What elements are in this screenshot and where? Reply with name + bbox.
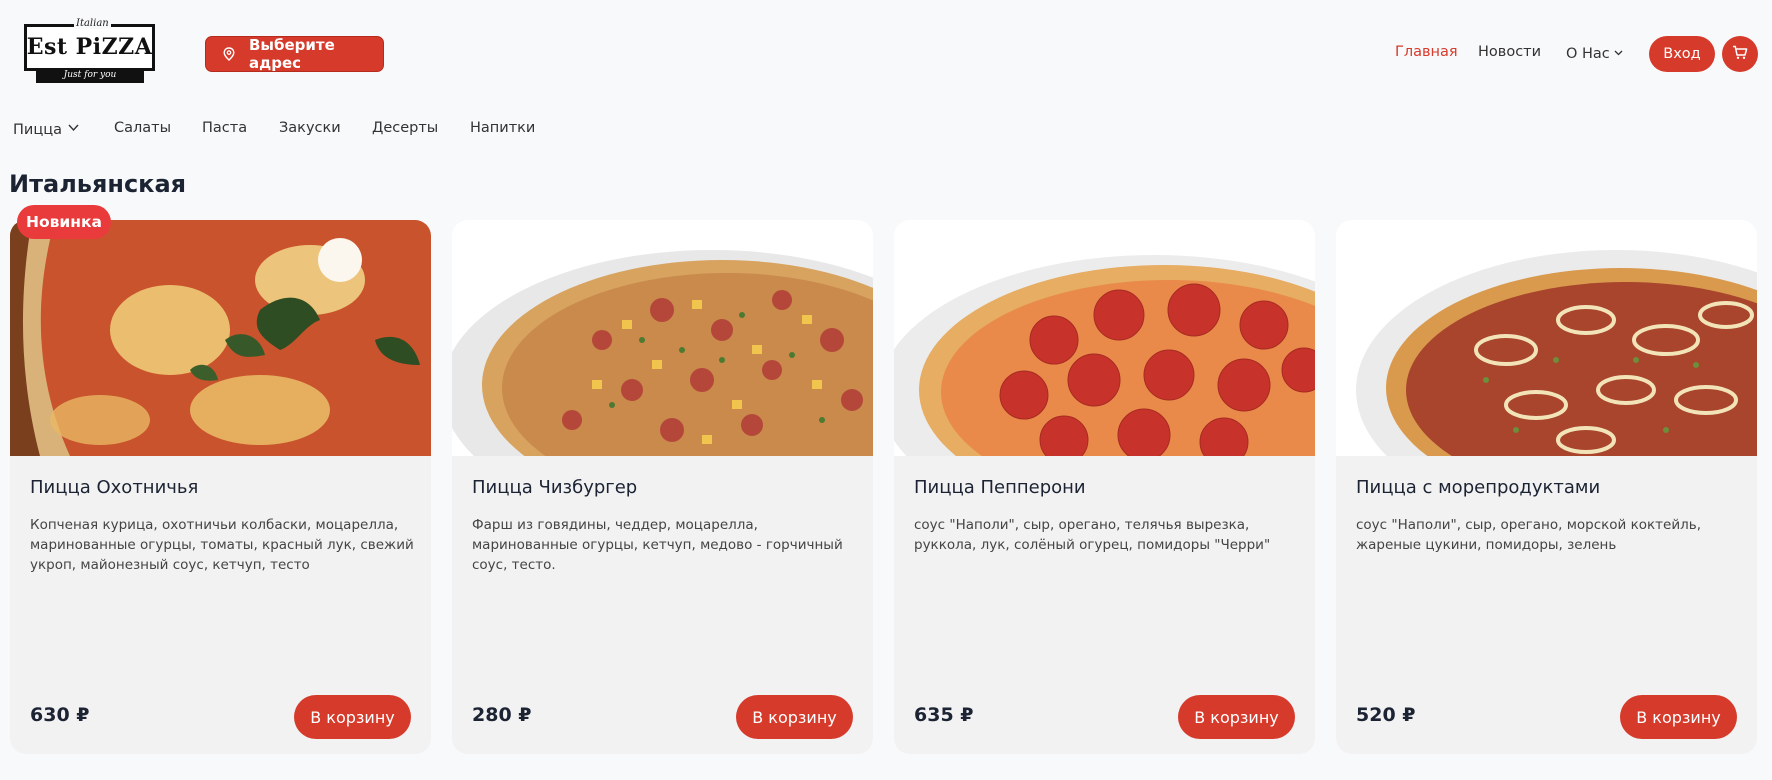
cart-icon — [1732, 45, 1748, 64]
cart-button[interactable] — [1722, 36, 1758, 72]
nav-about-dropdown[interactable]: О Нас — [1566, 44, 1623, 62]
category-salads[interactable]: Салаты — [114, 120, 171, 136]
category-pasta[interactable]: Паста — [202, 120, 247, 136]
product-title[interactable]: Пицца с морепродуктами — [1356, 477, 1600, 498]
logo-tagline-top: Italian — [74, 18, 111, 29]
product-description: Фарш из говядины, чеддер, моцарелла, мар… — [472, 517, 843, 573]
product-price: 520 ₽ — [1356, 704, 1416, 726]
add-to-cart-label: В корзину — [1194, 707, 1279, 727]
site-logo[interactable]: Italian Est PiZZA Just for you — [24, 18, 155, 84]
chevron-down-icon — [1614, 44, 1623, 60]
product-title[interactable]: Пицца Охотничья — [30, 477, 198, 498]
logo-wordmark: Est PiZZA — [26, 34, 153, 60]
product-card[interactable]: Пицца Охотничья Копченая курица, охотнич… — [10, 220, 431, 754]
category-drinks[interactable]: Напитки — [470, 120, 535, 136]
logo-tagline-bottom: Just for you — [36, 68, 144, 83]
add-to-cart-button[interactable]: В корзину — [1620, 695, 1737, 739]
product-description: соус "Наполи", сыр, орегано, телячья выр… — [914, 517, 1271, 553]
choose-address-label: Выберите адрес — [249, 36, 335, 72]
nav-about-label: О Нас — [1566, 46, 1610, 62]
category-pizza-label: Пицца — [13, 122, 62, 138]
add-to-cart-label: В корзину — [1636, 707, 1721, 727]
pizza-pepperoni-photo — [894, 220, 1315, 456]
add-to-cart-label: В корзину — [752, 707, 837, 727]
login-button[interactable]: Вход — [1649, 36, 1715, 72]
category-nav: Пицца Салаты Паста Закуски Десерты Напит… — [0, 116, 1772, 140]
pizza-seafood-photo — [1336, 220, 1757, 456]
nav-home-link[interactable]: Главная — [1395, 44, 1458, 60]
map-pin-icon — [223, 47, 235, 61]
pizza-hunter-photo — [10, 220, 431, 456]
product-image[interactable] — [1336, 220, 1757, 456]
add-to-cart-button[interactable]: В корзину — [1178, 695, 1295, 739]
product-description: соус "Наполи", сыр, орегано, морской кок… — [1356, 517, 1702, 553]
choose-address-button[interactable]: Выберите адрес — [205, 36, 384, 72]
product-image[interactable] — [452, 220, 873, 456]
product-image[interactable] — [894, 220, 1315, 456]
product-card[interactable]: Пицца Чизбургер Фарш из говядины, чеддер… — [452, 220, 873, 754]
product-image[interactable] — [10, 220, 431, 456]
product-card[interactable]: Пицца с морепродуктами соус "Наполи", сы… — [1336, 220, 1757, 754]
category-snacks[interactable]: Закуски — [279, 120, 341, 136]
add-to-cart-button[interactable]: В корзину — [294, 695, 411, 739]
product-price: 280 ₽ — [472, 704, 532, 726]
new-badge: Новинка — [17, 205, 111, 239]
product-card[interactable]: Пицца Пепперони соус "Наполи", сыр, орег… — [894, 220, 1315, 754]
nav-news-link[interactable]: Новости — [1478, 44, 1541, 60]
category-pizza-dropdown[interactable]: Пицца — [13, 120, 79, 138]
product-description: Копченая курица, охотничьи колбаски, моц… — [30, 517, 414, 573]
product-title[interactable]: Пицца Чизбургер — [472, 477, 637, 498]
product-title[interactable]: Пицца Пепперони — [914, 477, 1086, 498]
add-to-cart-label: В корзину — [310, 707, 395, 727]
pizza-cheeseburger-photo — [452, 220, 873, 456]
chevron-down-icon — [68, 120, 79, 136]
product-price: 630 ₽ — [30, 704, 90, 726]
product-price: 635 ₽ — [914, 704, 974, 726]
add-to-cart-button[interactable]: В корзину — [736, 695, 853, 739]
site-header: Italian Est PiZZA Just for you Выберите … — [0, 0, 1772, 105]
login-label: Вход — [1663, 46, 1701, 62]
section-title: Итальянская — [9, 170, 187, 198]
category-desserts[interactable]: Десерты — [372, 120, 438, 136]
